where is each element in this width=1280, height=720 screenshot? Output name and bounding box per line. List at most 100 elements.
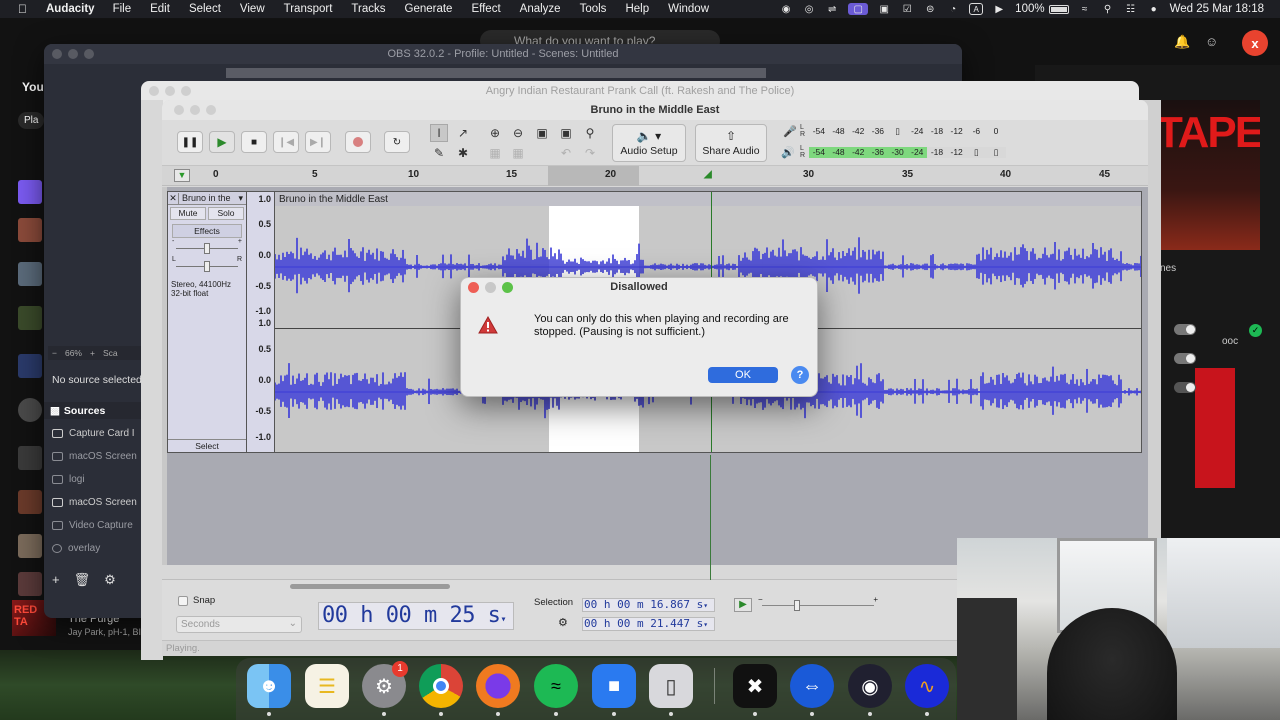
playlist-thumb[interactable]: [18, 354, 42, 378]
solo-button[interactable]: Solo: [208, 207, 244, 220]
time-display[interactable]: 00 h 00 m 25 s▾: [318, 602, 514, 630]
toggle-switch[interactable]: [1174, 324, 1196, 335]
capcut-icon[interactable]: ✖: [733, 664, 777, 708]
horizontal-scrollbar[interactable]: [290, 584, 450, 589]
fingerprint-icon[interactable]: ◉: [779, 3, 793, 15]
pause-button[interactable]: ❚❚: [177, 131, 203, 153]
microphone-icon[interactable]: 🎤: [783, 125, 797, 138]
pan-slider[interactable]: L R: [172, 256, 242, 274]
menu-transport[interactable]: Transport: [284, 3, 333, 15]
menu-select[interactable]: Select: [189, 3, 221, 15]
zoom-dot[interactable]: [502, 282, 513, 293]
toggle-switch[interactable]: [1174, 382, 1196, 393]
source-item[interactable]: Video Capture: [52, 516, 133, 534]
minimize-dot[interactable]: [68, 49, 78, 59]
now-playing-icon[interactable]: ▶: [992, 3, 1006, 15]
playlist-thumb[interactable]: [18, 306, 42, 330]
fit-project-icon[interactable]: ▣: [557, 124, 575, 142]
menu-tools[interactable]: Tools: [580, 3, 607, 15]
time-format-menu-icon[interactable]: ▾: [500, 614, 506, 625]
play-at-speed-button[interactable]: ▶: [734, 598, 752, 612]
trim-icon[interactable]: ▦: [486, 144, 504, 162]
minimize-dot[interactable]: [190, 105, 200, 115]
artist-thumb[interactable]: [18, 398, 42, 422]
teamviewer-status-icon[interactable]: ⇌: [825, 3, 839, 15]
gear-icon[interactable]: ⚙: [104, 572, 116, 588]
focus-icon[interactable]: ⊜: [923, 3, 937, 15]
input-source-icon[interactable]: A: [969, 3, 984, 15]
zoom-plus[interactable]: +: [90, 348, 95, 358]
vertical-ruler[interactable]: 1.0 0.5 0.0 -0.5 -1.0 1.0 0.5 0.0 -0.5 -…: [247, 191, 274, 453]
control-center-icon[interactable]: ☷: [1124, 3, 1138, 15]
wifi-icon[interactable]: ≈: [1078, 3, 1092, 15]
loop-button[interactable]: ↻: [384, 131, 410, 153]
friends-icon[interactable]: ☺: [1205, 34, 1218, 49]
liked-songs-thumb[interactable]: [18, 180, 42, 204]
source-item[interactable]: Capture Card I: [52, 424, 135, 442]
chevron-down-icon[interactable]: ▾: [703, 620, 708, 629]
search-icon[interactable]: ⚲: [1101, 3, 1115, 15]
speaker-meter-icon[interactable]: 🔊: [781, 146, 795, 159]
gain-thumb[interactable]: [204, 243, 210, 254]
menu-help[interactable]: Help: [625, 3, 649, 15]
mute-button[interactable]: Mute: [170, 207, 206, 220]
zoom-dot[interactable]: [181, 86, 191, 96]
speed-thumb[interactable]: [794, 600, 800, 611]
close-dot[interactable]: [468, 282, 479, 293]
help-button[interactable]: ?: [791, 366, 809, 384]
recording-meter[interactable]: -54 -48 -42 -36 ▯ -24 -18 -12 -6 0: [809, 124, 1006, 138]
playlist-thumb[interactable]: [18, 490, 42, 514]
undo-icon[interactable]: ↶: [557, 144, 575, 162]
calendar-icon[interactable]: ☑: [900, 3, 914, 15]
timeline-ruler[interactable]: ▼ 0 5 10 15 20 ◢ 30 35 40 45: [162, 166, 1148, 186]
obs-status-icon[interactable]: ◎: [802, 3, 816, 15]
playback-meter[interactable]: -54 -48 -42 -36 -30 -24 -18 -12 ▯ ▯: [809, 145, 1006, 159]
pan-thumb[interactable]: [204, 261, 210, 272]
clock-icon[interactable]: ◔: [946, 3, 960, 15]
iphone-mirroring-icon[interactable]: ▯: [649, 664, 693, 708]
skip-end-button[interactable]: ▶❙: [305, 131, 331, 153]
battery-status[interactable]: 100%: [1015, 3, 1069, 15]
bell-icon[interactable]: 🔔: [1174, 34, 1190, 50]
record-button[interactable]: [345, 131, 371, 153]
ok-button[interactable]: OK: [708, 367, 778, 383]
chevron-down-icon[interactable]: ▾: [703, 601, 708, 610]
playlist-thumb[interactable]: [18, 446, 42, 470]
finder-icon[interactable]: ☻: [247, 664, 291, 708]
close-dot[interactable]: [52, 49, 62, 59]
spotify-icon[interactable]: ≈: [534, 664, 578, 708]
menu-edit[interactable]: Edit: [150, 3, 170, 15]
playlist-filter-chip[interactable]: Pla: [18, 112, 45, 129]
apple-menu-icon[interactable]: : [18, 2, 34, 16]
menu-generate[interactable]: Generate: [405, 3, 453, 15]
selection-options-icon[interactable]: ⚙: [558, 616, 568, 629]
menu-tracks[interactable]: Tracks: [351, 3, 385, 15]
share-audio-button[interactable]: ⇧ Share Audio: [695, 124, 767, 162]
menu-file[interactable]: File: [113, 3, 132, 15]
source-item[interactable]: macOS Screen: [52, 493, 137, 511]
firefox-icon[interactable]: [476, 664, 520, 708]
chevron-down-icon[interactable]: ▾: [238, 193, 246, 204]
close-track-icon[interactable]: ✕: [168, 192, 179, 204]
close-dot[interactable]: [174, 105, 184, 115]
play-button[interactable]: ▶: [209, 131, 235, 153]
menu-effect[interactable]: Effect: [471, 3, 500, 15]
menu-view[interactable]: View: [240, 3, 265, 15]
display-icon[interactable]: ▣: [877, 3, 891, 15]
zoom-dot[interactable]: [84, 49, 94, 59]
obs-titlebar[interactable]: OBS 32.0.2 - Profile: Untitled - Scenes:…: [44, 44, 962, 64]
source-item[interactable]: logi: [52, 470, 85, 488]
toggle-switch[interactable]: [1174, 353, 1196, 364]
app-menu[interactable]: Audacity: [46, 3, 95, 15]
redo-icon[interactable]: ↷: [581, 144, 599, 162]
playlist-thumb[interactable]: [18, 572, 42, 596]
source-item[interactable]: macOS Screen: [52, 447, 137, 465]
close-panel-button[interactable]: x: [1242, 30, 1268, 56]
notes-icon[interactable]: ☰: [305, 664, 349, 708]
menu-analyze[interactable]: Analyze: [520, 3, 561, 15]
track-name-menu[interactable]: Bruno in the: [179, 193, 238, 203]
obs-icon[interactable]: ◉: [848, 664, 892, 708]
close-dot[interactable]: [149, 86, 159, 96]
zoom-dot[interactable]: [206, 105, 216, 115]
snap-checkbox[interactable]: [178, 595, 188, 606]
